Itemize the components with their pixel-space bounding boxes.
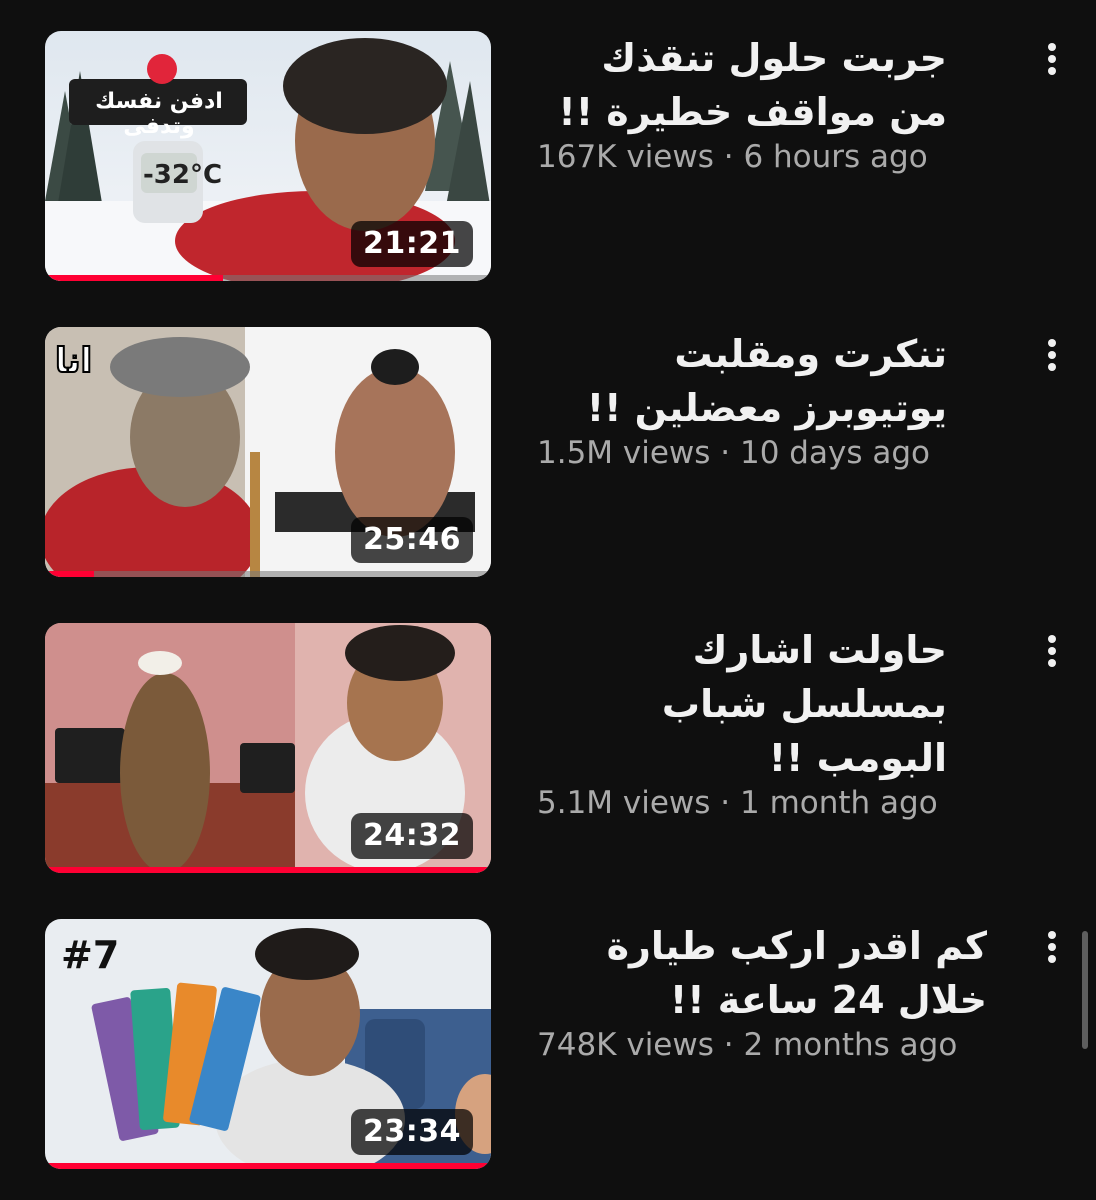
meta-separator: · — [710, 785, 740, 821]
scrollbar-thumb[interactable] — [1082, 931, 1088, 1049]
video-thumbnail[interactable]: ادفن نفسك وتدفى -32°C 21:21 — [45, 31, 491, 281]
thumbnail-caption: ادفن نفسك وتدفى — [95, 89, 223, 139]
watch-progress-track — [45, 1163, 491, 1169]
upload-age: 1 month ago — [740, 785, 938, 821]
video-item[interactable]: ادفن نفسك وتدفى -32°C 21:21 جربت حلول تن… — [0, 31, 1096, 287]
thumbnail-caption: #7 — [61, 933, 120, 977]
vertical-dots-icon — [1048, 339, 1056, 371]
watch-progress-fill — [45, 867, 491, 873]
video-item[interactable]: #7 23:34 كم اقدر اركب طيارة خلال 24 ساعة… — [0, 919, 1096, 1175]
upload-age: 6 hours ago — [743, 139, 928, 175]
upload-age: 10 days ago — [740, 435, 930, 471]
video-item[interactable]: انا 25:46 تنكرت ومقلبت يوتيوبرز معضلين !… — [0, 327, 1096, 583]
video-metadata: 167K views · 6 hours ago — [537, 137, 1017, 177]
vertical-dots-icon — [1048, 931, 1056, 963]
video-item[interactable]: 24:32 حاولت اشارك بمسلسل شباب البومب !! … — [0, 623, 1096, 879]
video-title[interactable]: تنكرت ومقلبت يوتيوبرز معضلين !! — [537, 327, 947, 435]
more-options-button[interactable] — [1030, 333, 1074, 377]
meta-separator: · — [713, 1027, 744, 1063]
video-title[interactable]: كم اقدر اركب طيارة خلال 24 ساعة !! — [537, 919, 987, 1027]
watch-progress-fill — [45, 1163, 491, 1169]
vertical-dots-icon — [1048, 43, 1056, 75]
meta-separator: · — [713, 139, 744, 175]
watch-progress-fill — [45, 275, 224, 281]
video-info: جربت حلول تنقذك من مواقف خطيرة !! 167K v… — [537, 31, 1017, 177]
thermometer-reading: -32°C — [143, 160, 223, 190]
watch-progress-fill — [45, 571, 95, 577]
more-options-button[interactable] — [1030, 925, 1074, 969]
view-count: 748K views — [537, 1027, 714, 1063]
video-duration: 23:34 — [351, 1109, 473, 1155]
video-title[interactable]: جربت حلول تنقذك من مواقف خطيرة !! — [537, 31, 947, 139]
video-duration: 21:21 — [351, 221, 473, 267]
more-options-button[interactable] — [1030, 629, 1074, 673]
view-count: 1.5M views — [537, 435, 711, 471]
upload-age: 2 months ago — [743, 1027, 958, 1063]
view-count: 167K views — [537, 139, 714, 175]
video-info: حاولت اشارك بمسلسل شباب البومب !! 5.1M v… — [537, 623, 1017, 823]
video-metadata: 748K views · 2 months ago — [537, 1025, 1017, 1065]
video-duration: 25:46 — [351, 517, 473, 563]
video-metadata: 5.1M views · 1 month ago — [537, 783, 1017, 823]
video-thumbnail[interactable]: #7 23:34 — [45, 919, 491, 1169]
thumbnail-caption: انا — [54, 340, 93, 382]
watch-progress-track — [45, 275, 491, 281]
watch-progress-track — [45, 571, 491, 577]
watch-progress-track — [45, 867, 491, 873]
video-feed: ادفن نفسك وتدفى -32°C 21:21 جربت حلول تن… — [0, 0, 1096, 1200]
more-options-button[interactable] — [1030, 37, 1074, 81]
video-info: كم اقدر اركب طيارة خلال 24 ساعة !! 748K … — [537, 919, 1017, 1065]
video-thumbnail[interactable]: 24:32 — [45, 623, 491, 873]
video-metadata: 1.5M views · 10 days ago — [537, 433, 1017, 473]
video-duration: 24:32 — [351, 813, 473, 859]
meta-separator: · — [710, 435, 740, 471]
video-info: تنكرت ومقلبت يوتيوبرز معضلين !! 1.5M vie… — [537, 327, 1017, 473]
view-count: 5.1M views — [537, 785, 711, 821]
video-thumbnail[interactable]: انا 25:46 — [45, 327, 491, 577]
vertical-dots-icon — [1048, 635, 1056, 667]
video-title[interactable]: حاولت اشارك بمسلسل شباب البومب !! — [537, 623, 947, 785]
